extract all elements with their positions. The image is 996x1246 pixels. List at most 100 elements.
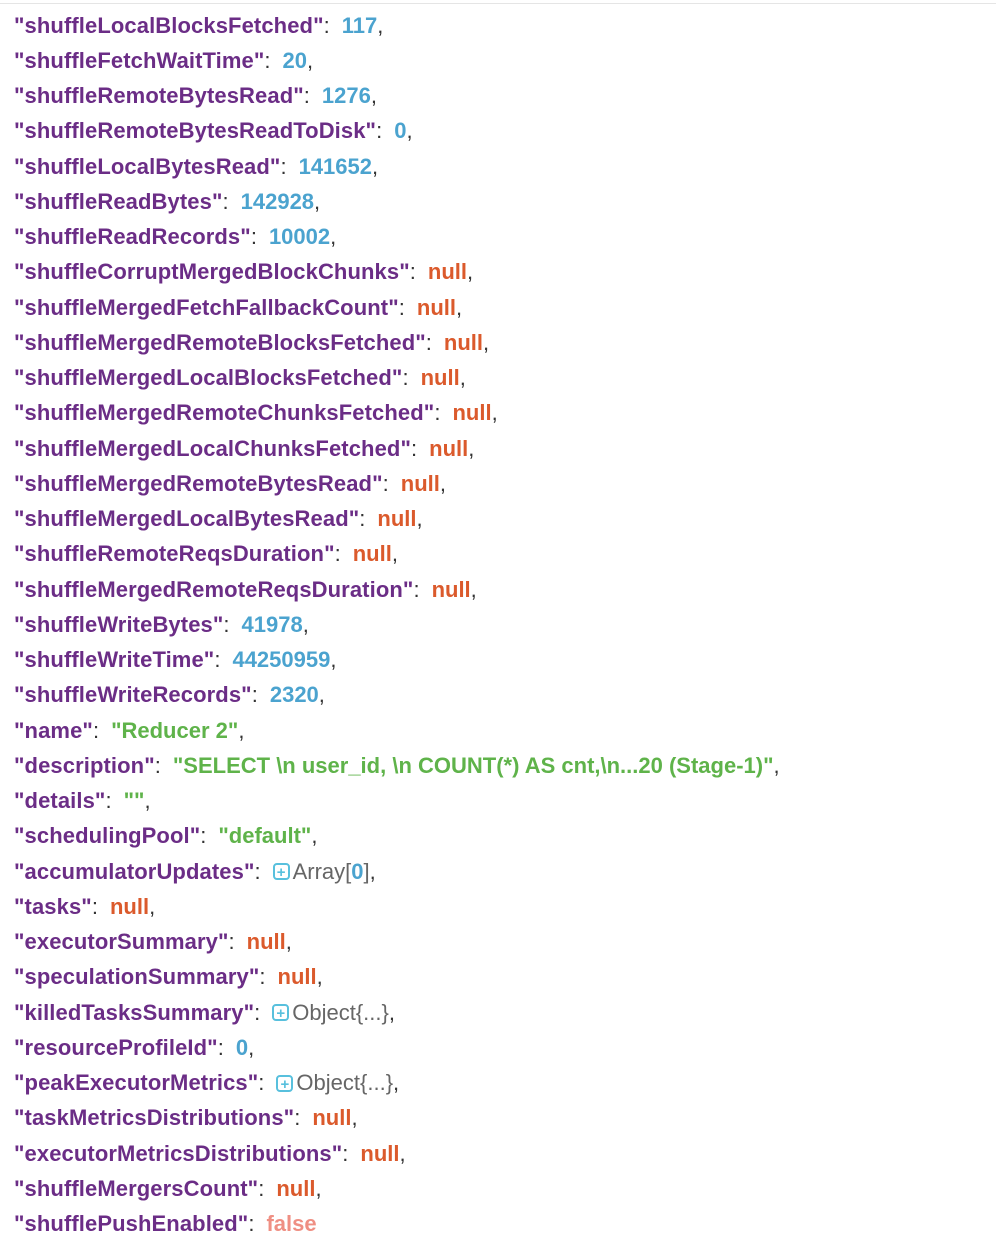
json-colon: : — [250, 224, 257, 250]
json-key: "shuffleMergedLocalChunksFetched" — [14, 435, 411, 461]
json-value-number: 20 — [282, 47, 308, 73]
json-comma: , — [399, 1140, 406, 1166]
json-row: "shuffleCorruptMergedBlockChunks": null, — [14, 255, 984, 290]
json-colon: : — [342, 1140, 349, 1166]
json-colon: : — [359, 506, 366, 532]
json-comma: , — [459, 365, 466, 391]
json-row: "description": "SELECT \n user_id, \n COU… — [14, 748, 984, 783]
plus-square-icon[interactable]: + — [276, 1074, 294, 1092]
json-key: "details" — [14, 788, 106, 814]
json-value-number: 117 — [341, 12, 378, 38]
json-row: "details": "", — [14, 784, 984, 819]
json-row: "peakExecutorMetrics": + Object{...}, — [14, 1066, 984, 1101]
json-comma: , — [248, 1034, 255, 1060]
json-value-null: null — [360, 1140, 400, 1166]
json-comma: , — [307, 47, 314, 73]
json-comma: , — [330, 647, 337, 673]
json-comma: , — [377, 12, 384, 38]
json-key: "taskMetricsDistributions" — [14, 1105, 295, 1131]
json-comma: , — [406, 118, 413, 144]
json-row: "name": "Reducer 2", — [14, 713, 984, 748]
json-row: "shuffleMergedFetchFallbackCount": null, — [14, 290, 984, 325]
json-colon: : — [409, 259, 416, 285]
json-value: Array[ — [292, 858, 352, 884]
json-comma: , — [456, 294, 463, 320]
json-colon: : — [280, 153, 287, 179]
json-row: "shuffleWriteBytes":41978, — [14, 607, 984, 642]
json-comma: , — [330, 224, 337, 250]
json-key: "shuffleReadRecords" — [14, 224, 251, 250]
json-row: "resourceProfileId":0, — [14, 1030, 984, 1065]
json-row: "taskMetricsDistributions": null, — [14, 1101, 984, 1136]
json-value-number: 10002 — [268, 224, 331, 250]
json-row: "shuffleMergersCount": null, — [14, 1171, 984, 1206]
json-row: "shuffleMergedLocalChunksFetched": null, — [14, 431, 984, 466]
json-row: "accumulatorUpdates": + Array[0], — [14, 854, 984, 889]
json-key: "name" — [14, 717, 93, 743]
json-colon: : — [105, 788, 112, 814]
json-comma: , — [372, 153, 379, 179]
json-value-string: "Reducer 2" — [111, 717, 239, 743]
json-colon: : — [323, 12, 330, 38]
json-colon: : — [254, 999, 261, 1025]
json-key: "shuffleMergedLocalBytesRead" — [14, 506, 360, 532]
json-value-null: null — [109, 893, 150, 919]
json-comma: , — [416, 506, 423, 532]
json-value-null: null — [276, 1175, 316, 1201]
collapsed-object[interactable]: + Object{...} — [276, 1072, 393, 1094]
json-key: "shufflePushEnabled" — [14, 1211, 249, 1237]
json-value-number: 2320 — [269, 682, 319, 708]
json-comma: , — [351, 1105, 358, 1131]
json-value-null: null — [427, 259, 467, 285]
json-colon: : — [382, 470, 389, 496]
json-row: "shuffleReadRecords":10002, — [14, 220, 984, 255]
json-row: "executorSummary": null, — [14, 925, 984, 960]
json-key: "killedTasksSummary" — [14, 999, 255, 1025]
collapsed-object[interactable]: + Object{...} — [272, 1001, 389, 1024]
json-colon: : — [411, 435, 418, 461]
json-colon: : — [223, 611, 230, 637]
json-colon: : — [434, 400, 441, 426]
collapsed-array[interactable]: + Array[0] — [272, 858, 370, 884]
json-comma: , — [483, 329, 490, 355]
json-row: "shuffleRemoteBytesRead":1276, — [14, 79, 984, 114]
json-key: "schedulingPool" — [14, 823, 201, 849]
json-comma: , — [285, 929, 292, 955]
json-value-null: null — [416, 294, 456, 320]
json-value-number: 1276 — [321, 83, 371, 109]
json-colon: : — [92, 717, 100, 743]
plus-square-icon[interactable]: + — [272, 863, 290, 881]
json-key: "shuffleMergedRemoteReqsDuration" — [14, 576, 414, 602]
json-value-null: null — [377, 506, 417, 532]
json-colon: : — [251, 682, 258, 708]
json-value-number: 44250959 — [232, 647, 331, 673]
json-value-null: null — [420, 365, 460, 391]
json-comma: , — [238, 717, 245, 743]
json-colon: : — [334, 541, 341, 567]
json-key: "shuffleMergedRemoteBlocksFetched" — [14, 329, 426, 355]
json-value-null: null — [312, 1105, 352, 1131]
json-colon: : — [248, 1211, 255, 1237]
json-colon: : — [200, 823, 207, 849]
json-key: "shuffleMergedFetchFallbackCount" — [14, 294, 399, 320]
json-key: "speculationSummary" — [14, 964, 260, 990]
json-value-number: 141652 — [298, 153, 372, 179]
json-key: "description" — [14, 752, 155, 778]
json-value-null: null — [452, 400, 492, 426]
json-comma: , — [311, 823, 318, 849]
json-comma: , — [370, 83, 377, 109]
json-key: "resourceProfileId" — [14, 1034, 218, 1060]
json-value-null: null — [352, 541, 392, 567]
json-row: "shuffleMergedRemoteChunksFetched": null, — [14, 396, 984, 431]
plus-square-icon[interactable]: + — [272, 1004, 290, 1022]
json-row: "shuffleMergedLocalBytesRead": null, — [14, 502, 984, 537]
json-row: "shuffleMergedRemoteBytesRead": null, — [14, 466, 984, 501]
json-colon: : — [154, 752, 161, 778]
top-divider — [0, 3, 996, 4]
json-value-number: 0 — [235, 1034, 249, 1060]
json-key: "accumulatorUpdates" — [14, 858, 255, 884]
json-comma: , — [318, 682, 325, 708]
json-key: "shuffleMergedRemoteBytesRead" — [14, 470, 383, 496]
json-colon: : — [264, 47, 271, 73]
json-value-string: "default" — [218, 823, 312, 849]
